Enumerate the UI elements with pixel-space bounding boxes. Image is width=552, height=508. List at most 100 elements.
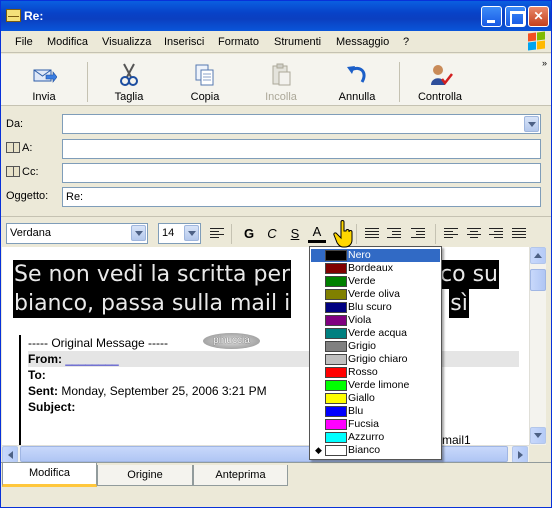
send-button[interactable]: Invia	[15, 58, 73, 104]
copy-button[interactable]: Copia	[176, 58, 234, 104]
underline-button[interactable]: S	[286, 225, 304, 243]
font-color-button[interactable]: A	[308, 225, 326, 243]
format-separator	[356, 224, 357, 244]
format-toolbar: Verdana 14 G C S A	[1, 216, 551, 246]
color-option[interactable]: Blu	[311, 405, 440, 418]
menu-file[interactable]: File	[15, 36, 33, 48]
window-title: Re:	[24, 9, 44, 23]
spellcheck-icon	[431, 65, 453, 86]
color-option-label: Blu scuro	[348, 301, 392, 313]
color-option[interactable]: Rosso	[311, 366, 440, 379]
color-option[interactable]: Verde acqua	[311, 327, 440, 340]
color-option[interactable]: Viola	[311, 314, 440, 327]
font-name-select[interactable]: Verdana	[6, 223, 148, 244]
color-swatch	[325, 302, 347, 313]
color-option[interactable]: Azzurro	[311, 431, 440, 444]
from-select[interactable]	[62, 114, 541, 134]
scroll-right-button[interactable]	[512, 446, 528, 463]
paragraph-style-button[interactable]	[208, 225, 226, 243]
align-left-button[interactable]	[442, 225, 460, 243]
to-label[interactable]: A:	[6, 142, 32, 154]
color-option-label: Bordeaux	[348, 262, 393, 274]
menu-messaggio[interactable]: Messaggio	[336, 36, 389, 48]
align-center-button[interactable]	[465, 225, 483, 243]
align-right-icon	[489, 228, 503, 240]
menu-modifica[interactable]: Modifica	[47, 36, 88, 48]
color-option[interactable]: Blu scuro	[311, 301, 440, 314]
color-swatch	[325, 276, 347, 287]
bold-button[interactable]: G	[240, 225, 258, 243]
toolbar-more-icon[interactable]: »	[542, 58, 547, 68]
scroll-down-button[interactable]	[530, 427, 546, 444]
title-bar[interactable]: Re: ✕	[1, 1, 551, 31]
maximize-button[interactable]	[505, 6, 526, 27]
color-swatch	[325, 393, 347, 404]
tab-anteprima[interactable]: Anteprima	[193, 465, 288, 486]
color-swatch	[325, 432, 347, 443]
from-link[interactable]: ________	[65, 352, 118, 366]
menu-visualizza[interactable]: Visualizza	[102, 36, 151, 48]
spellcheck-button[interactable]: Controlla	[411, 58, 469, 104]
chevron-down-icon[interactable]	[184, 225, 199, 241]
menu-help[interactable]: ?	[403, 36, 409, 48]
cc-field[interactable]	[62, 163, 541, 183]
color-option[interactable]: Giallo	[311, 392, 440, 405]
chevron-down-icon[interactable]	[131, 225, 146, 241]
subject-field[interactable]: Re:	[62, 187, 541, 207]
vertical-scrollbar[interactable]	[529, 247, 546, 445]
color-option-label: Verde limone	[348, 379, 410, 391]
toolbar-separator	[87, 62, 88, 102]
view-tabs: Modifica Origine Anteprima	[1, 462, 551, 507]
paragraph-style-icon	[210, 228, 224, 240]
to-field[interactable]	[62, 139, 541, 159]
paste-button[interactable]: Incolla	[252, 58, 310, 104]
menu-strumenti[interactable]: Strumenti	[274, 36, 321, 48]
message-body[interactable]: Se non vedi la scritta per co su bianco, …	[2, 247, 529, 445]
align-right-button[interactable]	[487, 225, 505, 243]
selected-bullet-icon: ◆	[315, 445, 322, 455]
minimize-button[interactable]	[481, 6, 502, 27]
color-option[interactable]: Verde	[311, 275, 440, 288]
font-color-menu: Nero Bordeaux Verde Verde oliva Blu scuro Vio…	[309, 246, 442, 460]
tab-origine[interactable]: Origine	[97, 465, 193, 486]
color-option[interactable]: Verde oliva	[311, 288, 440, 301]
increase-indent-button[interactable]	[409, 225, 427, 243]
vertical-scroll-thumb[interactable]	[530, 269, 546, 291]
menu-inserisci[interactable]: Inserisci	[164, 36, 204, 48]
color-option[interactable]: Nero	[311, 249, 440, 262]
scroll-left-button[interactable]	[2, 446, 18, 463]
original-message-header: ----- Original Message -----	[28, 336, 169, 350]
cc-label[interactable]: Cc:	[6, 166, 39, 178]
align-center-icon	[467, 228, 481, 240]
cut-button[interactable]: Taglia	[100, 58, 158, 104]
justify-icon	[512, 228, 526, 240]
font-size-select[interactable]: 14	[158, 223, 201, 244]
windows-logo-icon	[527, 31, 547, 51]
menu-formato[interactable]: Formato	[218, 36, 259, 48]
color-option[interactable]: Grigio chiaro	[311, 353, 440, 366]
color-option[interactable]: Verde limone	[311, 379, 440, 392]
close-button[interactable]: ✕	[528, 6, 549, 27]
color-swatch	[325, 289, 347, 300]
horizontal-scrollbar[interactable]	[2, 445, 529, 463]
color-option-label: Verde oliva	[348, 288, 400, 300]
bullet-list-button[interactable]	[363, 225, 381, 243]
color-swatch	[325, 341, 347, 352]
justify-button[interactable]	[510, 225, 528, 243]
color-option[interactable]: Fucsia	[311, 418, 440, 431]
scroll-up-button[interactable]	[530, 247, 546, 264]
color-swatch	[325, 380, 347, 391]
color-option-label: Grigio	[348, 340, 377, 352]
color-option[interactable]: Grigio	[311, 340, 440, 353]
message-header: Da: A: Cc: Oggetto: Re:	[1, 107, 551, 211]
chevron-down-icon[interactable]	[524, 116, 539, 132]
decrease-indent-button[interactable]	[385, 225, 403, 243]
color-option-label: Grigio chiaro	[348, 353, 408, 365]
tab-modifica[interactable]: Modifica	[2, 463, 97, 487]
italic-button[interactable]: C	[263, 225, 281, 243]
color-option[interactable]: ◆ Bianco	[311, 444, 440, 457]
undo-button[interactable]: Annulla	[328, 58, 386, 104]
address-book-icon	[6, 142, 20, 153]
scissors-icon	[120, 63, 138, 86]
color-option[interactable]: Bordeaux	[311, 262, 440, 275]
